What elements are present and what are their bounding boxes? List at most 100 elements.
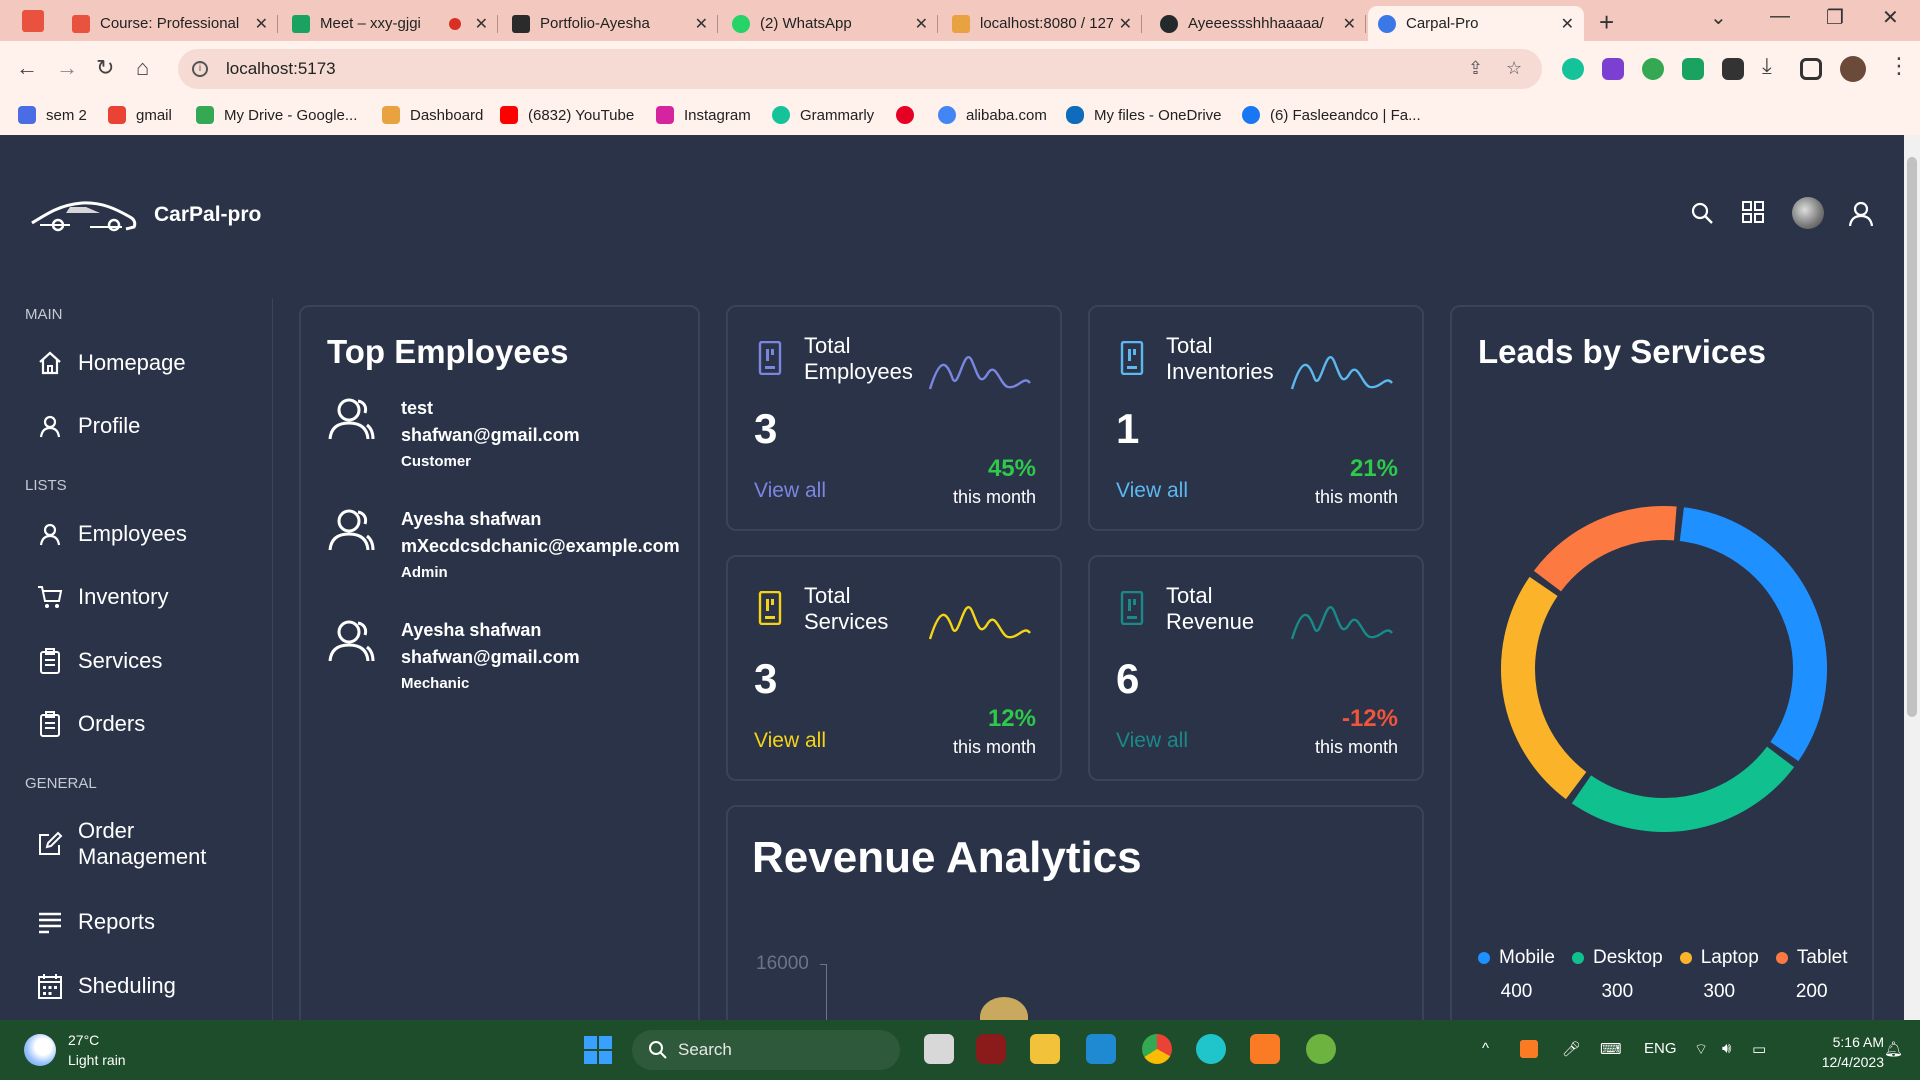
browser-tab[interactable]: Meet – xxy-gjgi ✕ xyxy=(282,6,498,41)
spring-icon[interactable] xyxy=(1306,1034,1336,1064)
extension-icon[interactable] xyxy=(1602,58,1624,80)
volume-icon[interactable]: 🔊︎ xyxy=(1722,1040,1731,1057)
new-tab-button[interactable]: + xyxy=(1599,7,1614,38)
forward-icon[interactable]: → xyxy=(56,55,78,81)
close-icon[interactable]: ✕ xyxy=(255,14,268,34)
maximize-button[interactable]: ❐ xyxy=(1826,5,1844,30)
brand[interactable]: CarPal-pro xyxy=(30,195,261,235)
profile-avatar[interactable] xyxy=(1840,56,1866,82)
employee-item[interactable]: Ayesha shafwan shafwan@gmail.com Mechani… xyxy=(327,617,580,697)
sidebar-item-orders[interactable]: Orders xyxy=(36,710,145,738)
side-panel-icon[interactable] xyxy=(1800,58,1822,80)
grid-icon[interactable] xyxy=(1742,201,1764,223)
clock[interactable]: 5:16 AM 12/4/2023 xyxy=(1794,1032,1884,1072)
close-icon[interactable]: ✕ xyxy=(1343,14,1356,34)
user-icon xyxy=(36,520,64,548)
sidebar-item-employees[interactable]: Employees xyxy=(36,520,187,548)
address-bar[interactable]: i localhost:5173 ⇪ ☆ xyxy=(178,49,1542,89)
notification-bell-icon[interactable]: 🔔︎ xyxy=(1884,1040,1903,1058)
sidebar-item-services[interactable]: Services xyxy=(36,647,162,675)
browser-menu-icon[interactable] xyxy=(22,10,44,32)
canva-icon[interactable] xyxy=(1196,1034,1226,1064)
vscode-icon[interactable] xyxy=(1086,1034,1116,1064)
view-all-link[interactable]: View all xyxy=(754,729,826,753)
keyboard-icon[interactable]: ⌨ xyxy=(1600,1040,1622,1058)
start-button[interactable] xyxy=(584,1036,612,1064)
download-icon[interactable]: ⤓ xyxy=(1762,53,1772,79)
sidebar-item-profile[interactable]: Profile xyxy=(36,412,140,440)
xampp-tray-icon[interactable] xyxy=(1520,1040,1538,1058)
share-icon[interactable]: ⇪ xyxy=(1468,58,1483,79)
close-icon[interactable]: ✕ xyxy=(1561,14,1574,34)
close-icon[interactable]: ✕ xyxy=(1119,14,1132,34)
view-all-link[interactable]: View all xyxy=(1116,479,1188,503)
weather-widget[interactable]: 27°C Light rain xyxy=(24,1030,126,1070)
browser-tab-active[interactable]: Carpal-Pro ✕ xyxy=(1368,6,1584,41)
bookmark-item[interactable]: alibaba.com xyxy=(938,106,1047,124)
tab-search-icon[interactable]: ⌄ xyxy=(1710,5,1727,30)
xampp-icon[interactable] xyxy=(1250,1034,1280,1064)
sidebar-item-reports[interactable]: Reports xyxy=(36,908,155,936)
home-icon[interactable]: ⌂ xyxy=(136,55,149,81)
bookmark-item[interactable]: My Drive - Google... xyxy=(196,106,357,124)
microphone-icon[interactable]: 🎤︎ xyxy=(1562,1040,1581,1058)
taskbar-app-icon[interactable] xyxy=(976,1034,1006,1064)
sidebar-item-sheduling[interactable]: Sheduling xyxy=(36,972,176,1000)
tray-chevron-icon[interactable]: ^ xyxy=(1482,1040,1489,1057)
site-info-icon[interactable]: i xyxy=(192,61,208,77)
browser-tab[interactable]: Course: Professional ✕ xyxy=(62,6,278,41)
kebab-menu-icon[interactable]: ⋮ xyxy=(1888,53,1910,79)
view-all-link[interactable]: View all xyxy=(754,479,826,503)
puzzle-icon[interactable] xyxy=(1722,58,1744,80)
url-text[interactable]: localhost:5173 xyxy=(226,59,336,79)
close-icon[interactable]: ✕ xyxy=(475,14,488,34)
browser-tab[interactable]: localhost:8080 / 127 ✕ xyxy=(942,6,1142,41)
wifi-icon[interactable]: ⌔ xyxy=(1694,1040,1708,1059)
view-all-link[interactable]: View all xyxy=(1116,729,1188,753)
reload-icon[interactable]: ↻ xyxy=(96,55,114,81)
donut-segment[interactable] xyxy=(1679,507,1827,762)
close-icon[interactable]: ✕ xyxy=(915,14,928,34)
bookmark-item[interactable]: Grammarly xyxy=(772,106,874,124)
battery-icon[interactable]: ▭ xyxy=(1752,1040,1766,1058)
bookmark-item[interactable]: gmail xyxy=(108,106,172,124)
bookmark-item[interactable] xyxy=(896,106,924,124)
bookmark-item[interactable]: My files - OneDrive xyxy=(1066,106,1222,124)
donut-segment[interactable] xyxy=(1571,746,1795,832)
file-explorer-icon[interactable] xyxy=(1030,1034,1060,1064)
extension-icon[interactable] xyxy=(1642,58,1664,80)
bookmark-item[interactable]: Instagram xyxy=(656,106,751,124)
browser-tab[interactable]: Ayeeessshhhaaaaa/ ✕ xyxy=(1150,6,1366,41)
bookmark-item[interactable]: sem 2 xyxy=(18,106,87,124)
donut-segment[interactable] xyxy=(1501,576,1587,800)
extension-icon[interactable] xyxy=(1682,58,1704,80)
minimize-button[interactable]: — xyxy=(1770,5,1790,28)
language-indicator[interactable]: ENG xyxy=(1644,1040,1677,1057)
bookmark-item[interactable]: Dashboard xyxy=(382,106,483,124)
bookmark-star-icon[interactable]: ☆ xyxy=(1506,58,1522,79)
grammarly-extension-icon[interactable] xyxy=(1562,58,1584,80)
taskbar-search[interactable]: Search xyxy=(632,1030,900,1070)
employee-item[interactable]: test shafwan@gmail.com Customer xyxy=(327,395,580,475)
close-window-button[interactable]: ✕ xyxy=(1882,5,1899,30)
sidebar-item-homepage[interactable]: Homepage xyxy=(36,349,186,377)
close-icon[interactable]: ✕ xyxy=(695,14,708,34)
bookmark-item[interactable]: (6) Fasleeandco | Fa... xyxy=(1242,106,1421,124)
page-scrollbar[interactable] xyxy=(1904,135,1920,1020)
sidebar-item-order-management[interactable]: Order Management xyxy=(36,818,236,870)
search-icon[interactable] xyxy=(1690,201,1714,225)
browser-tab[interactable]: (2) WhatsApp ✕ xyxy=(722,6,938,41)
chrome-icon[interactable] xyxy=(1142,1034,1172,1064)
bookmark-item[interactable]: (6832) YouTube xyxy=(500,106,634,124)
back-icon[interactable]: ← xyxy=(16,55,38,81)
browser-tab[interactable]: Portfolio-Ayesha ✕ xyxy=(502,6,718,41)
user-icon[interactable] xyxy=(1848,201,1874,227)
scrollbar-thumb[interactable] xyxy=(1907,157,1917,717)
sidebar-item-inventory[interactable]: Inventory xyxy=(36,583,169,611)
donut-segment[interactable] xyxy=(1533,506,1677,592)
clipboard-icon xyxy=(36,710,64,738)
user-avatar[interactable] xyxy=(1792,197,1824,229)
taskbar-app-icon[interactable] xyxy=(924,1034,954,1064)
employee-item[interactable]: Ayesha shafwan mXecdcsdchanic@example.co… xyxy=(327,506,680,586)
sidebar-section-lists: LISTS xyxy=(25,477,67,494)
